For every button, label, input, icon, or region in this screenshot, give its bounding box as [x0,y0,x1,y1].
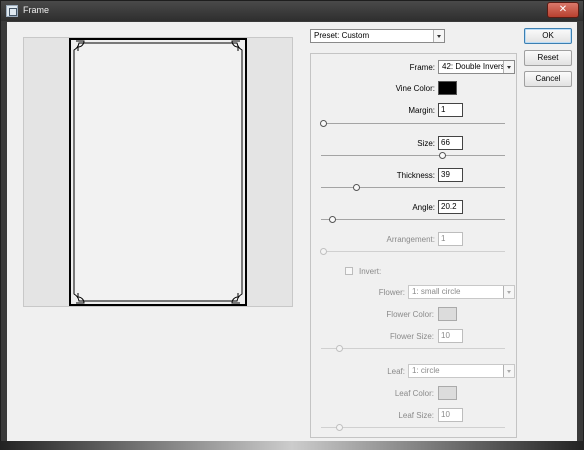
vine-color-swatch[interactable] [438,81,457,95]
size-label: Size: [417,139,435,148]
slider-track [321,219,505,220]
chevron-down-icon [503,286,514,298]
close-button[interactable]: ✕ [547,2,579,18]
leaf-color-label: Leaf Color: [394,389,434,398]
leaf-size-label: Leaf Size: [398,411,434,420]
invert-checkbox[interactable] [345,267,353,275]
slider-thumb[interactable] [336,345,344,352]
arrangement-slider[interactable] [319,248,505,256]
desktop-background-strip [0,441,584,450]
margin-label: Margin: [408,106,435,115]
angle-slider[interactable] [321,216,505,224]
thickness-label: Thickness: [396,171,435,180]
margin-input[interactable]: 1 [438,103,463,117]
flower-size-label: Flower Size: [389,332,434,341]
flower-size-slider[interactable] [321,345,505,353]
ok-button[interactable]: OK [524,28,572,44]
leaf-dropdown[interactable]: 1: circle [408,364,515,378]
window-title: Frame [23,5,50,15]
chevron-down-icon [503,61,514,73]
slider-thumb[interactable] [439,152,447,159]
slider-thumb[interactable] [336,424,344,431]
leaf-label: Leaf: [387,367,405,376]
slider-thumb[interactable] [352,184,360,191]
dialog-client: Preset: Custom OK Reset Cancel Frame: 42… [7,22,577,441]
frame-preview-image [69,38,247,306]
thickness-slider[interactable] [321,184,505,192]
size-slider[interactable] [321,152,505,160]
margin-slider[interactable] [319,120,505,128]
flower-color-label: Flower Color: [386,310,434,319]
flower-value: 1: small circle [412,287,461,296]
slider-thumb[interactable] [319,248,327,255]
thickness-input[interactable]: 39 [438,168,463,182]
flower-size-input[interactable]: 10 [438,329,463,343]
preset-label: Preset: Custom [314,31,370,40]
angle-label: Angle: [412,203,435,212]
slider-thumb[interactable] [329,216,337,223]
size-input[interactable]: 66 [438,136,463,150]
slider-track [321,348,505,349]
angle-input[interactable]: 20.2 [438,200,463,214]
arrangement-input[interactable]: 1 [438,232,463,246]
chevron-down-icon [503,365,514,377]
arrangement-label: Arrangement: [386,235,435,244]
slider-thumb[interactable] [319,120,327,127]
slider-track [321,155,505,156]
frame-dropdown[interactable]: 42: Double Inverse Rou... [438,60,515,74]
chevron-down-icon [433,30,444,42]
leaf-size-input[interactable]: 10 [438,408,463,422]
parameters-panel: Frame: 42: Double Inverse Rou... Vine Co… [310,53,517,438]
slider-track [321,251,505,252]
slider-track [321,427,505,428]
frame-label: Frame: [409,63,435,72]
reset-button[interactable]: Reset [524,50,572,66]
cancel-button[interactable]: Cancel [524,71,572,87]
preset-dropdown[interactable]: Preset: Custom [310,29,445,43]
flower-dropdown[interactable]: 1: small circle [408,285,515,299]
frame-app-icon [6,5,18,17]
leaf-value: 1: circle [412,366,440,375]
vine-color-label: Vine Color: [395,84,435,93]
dialog-window: Frame ✕ Preset: Custom OK Reset Cancel F… [0,0,584,446]
flower-color-swatch[interactable] [438,307,457,321]
invert-label: Invert: [359,267,382,276]
preview-pane [23,37,293,307]
leaf-size-slider[interactable] [321,424,505,432]
flower-label: Flower: [378,288,405,297]
leaf-color-swatch[interactable] [438,386,457,400]
slider-track [321,123,505,124]
slider-track [321,187,505,188]
title-bar[interactable]: Frame ✕ [1,1,583,21]
